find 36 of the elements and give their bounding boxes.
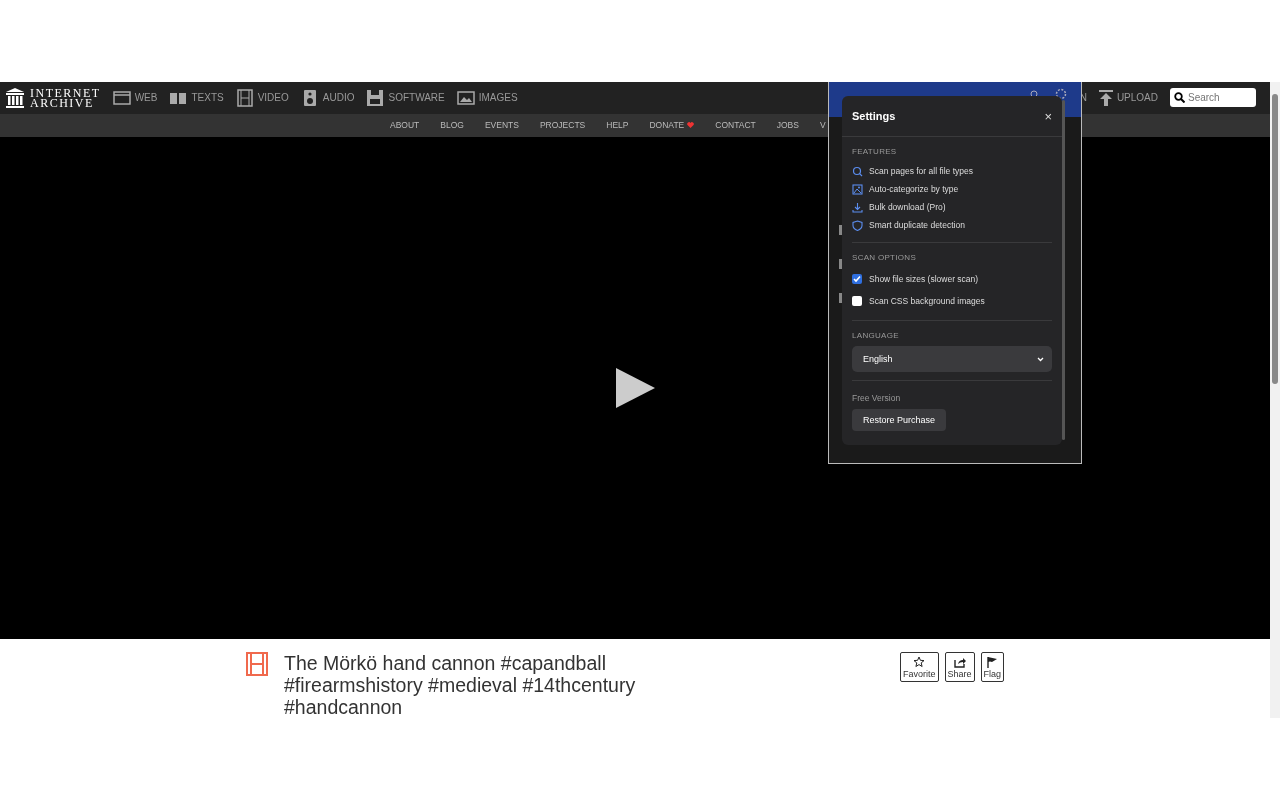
- flag-button[interactable]: Flag: [980, 652, 1005, 682]
- search-field[interactable]: Search: [1170, 88, 1256, 108]
- nav-link[interactable]: TEXTS: [169, 88, 224, 107]
- menu-link[interactable]: CONTACT: [715, 120, 756, 131]
- feature-text: Auto-categorize by type: [869, 184, 959, 194]
- menu-link[interactable]: V: [819, 120, 826, 131]
- share-button[interactable]: Share: [944, 652, 975, 682]
- nav-link[interactable]: WEB: [112, 88, 158, 107]
- nav-link[interactable]: SOFTWARE: [366, 88, 445, 107]
- logo-text[interactable]: INTERNET ARCHIVE: [30, 87, 101, 108]
- nav-link[interactable]: IMAGES: [456, 88, 518, 107]
- feature-text: Scan pages for all file types: [869, 166, 973, 176]
- nav-link[interactable]: VIDEO: [235, 88, 289, 107]
- menu-link[interactable]: DONATE: [649, 120, 695, 131]
- language-select[interactable]: English: [852, 346, 1052, 372]
- close-button[interactable]: ×: [1044, 108, 1052, 124]
- favorite-button[interactable]: Favorite: [900, 652, 939, 682]
- item-title: The Mörkö hand cannon #capandball #firearmshistory #medieval #14thcentury #handcannon: [284, 652, 637, 718]
- section-heading: SCAN OPTIONS: [852, 253, 918, 262]
- section-heading: FEATURES: [852, 147, 898, 156]
- checkbox-label: Scan CSS background images: [869, 296, 985, 306]
- nav-link[interactable]: AUDIO: [300, 88, 355, 107]
- upload-link[interactable]: UPLOAD: [1098, 89, 1158, 106]
- feature-text: Smart duplicate detection: [869, 220, 965, 230]
- menu-link[interactable]: BLOG: [440, 120, 464, 131]
- panel-title: Settings: [852, 110, 896, 122]
- feature-text: Bulk download (Pro): [869, 202, 946, 212]
- menu-link[interactable]: PROJECTS: [539, 120, 586, 131]
- menu-link[interactable]: HELP: [606, 120, 629, 131]
- checkbox-label: Show file sizes (slower scan): [869, 274, 979, 284]
- section-heading: LANGUAGE: [852, 331, 900, 340]
- restore-button[interactable]: Restore Purchase: [852, 409, 947, 431]
- menu-link[interactable]: EVENTS: [484, 120, 519, 131]
- menu-link[interactable]: ABOUT: [390, 120, 420, 131]
- version-text: Free Version: [852, 393, 902, 403]
- menu-link[interactable]: JOBS: [776, 120, 799, 131]
